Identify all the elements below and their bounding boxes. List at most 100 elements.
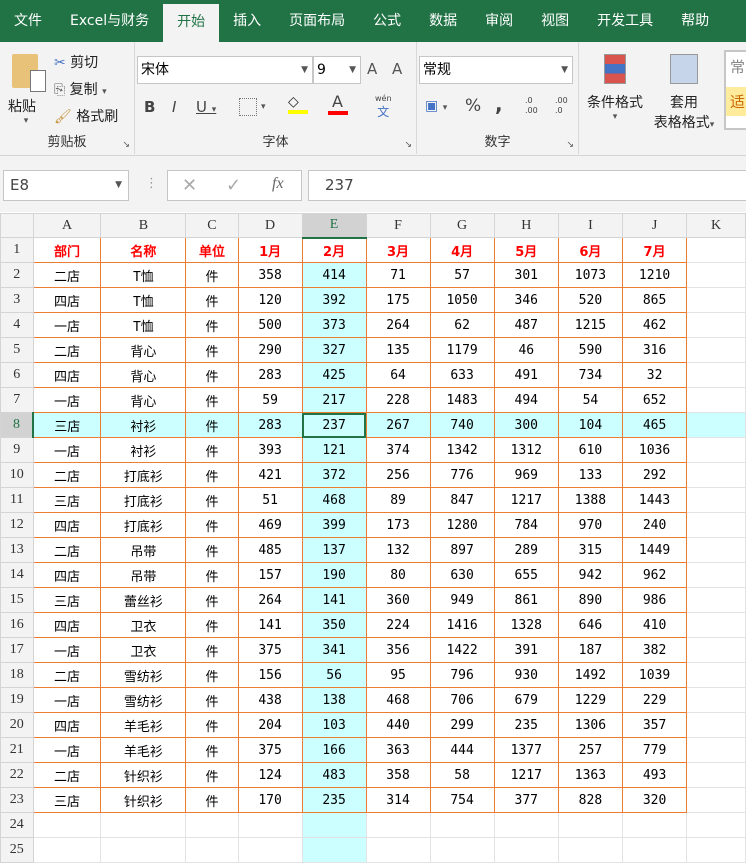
border-icon[interactable] xyxy=(239,98,257,116)
cell-J18[interactable]: 1039 xyxy=(621,662,688,688)
cell-J10[interactable]: 292 xyxy=(621,462,688,488)
cell-I18[interactable]: 1492 xyxy=(557,662,624,688)
cell-A23[interactable]: 三店 xyxy=(32,787,102,813)
column-header-H[interactable]: H xyxy=(493,213,559,238)
cell-A17[interactable]: 一店 xyxy=(32,637,102,663)
cell-C19[interactable]: 件 xyxy=(185,687,239,713)
row-header-2[interactable]: 2 xyxy=(0,262,34,288)
cell-K2[interactable] xyxy=(686,262,746,288)
increase-decimal-button[interactable]: .0 .00 xyxy=(525,96,538,116)
cell-B13[interactable]: 吊带 xyxy=(100,537,187,563)
column-header-D[interactable]: D xyxy=(237,213,303,238)
cell-B14[interactable]: 吊带 xyxy=(100,562,187,588)
cell-styles-gallery[interactable]: 常 适 xyxy=(724,50,746,130)
column-header-I[interactable]: I xyxy=(557,213,624,238)
row-header-6[interactable]: 6 xyxy=(0,362,34,388)
cell-E16[interactable]: 350 xyxy=(301,612,367,638)
tab-8[interactable]: 视图 xyxy=(527,0,583,42)
cell-E11[interactable]: 468 xyxy=(301,487,367,513)
cell-D7[interactable]: 59 xyxy=(237,387,303,413)
cell-I6[interactable]: 734 xyxy=(557,362,624,388)
cell-K1[interactable] xyxy=(686,237,746,263)
cell-B8[interactable]: 衬衫 xyxy=(100,412,187,438)
cell-D12[interactable]: 469 xyxy=(237,512,303,538)
cell-C16[interactable]: 件 xyxy=(185,612,239,638)
cell-E5[interactable]: 327 xyxy=(301,337,367,363)
row-header-17[interactable]: 17 xyxy=(0,637,34,663)
cell-E2[interactable]: 414 xyxy=(301,262,367,288)
cell-A24[interactable] xyxy=(32,812,102,838)
cell-E6[interactable]: 425 xyxy=(301,362,367,388)
cell-I23[interactable]: 828 xyxy=(557,787,624,813)
cell-F23[interactable]: 314 xyxy=(365,787,431,813)
tab-6[interactable]: 数据 xyxy=(415,0,471,42)
cell-E3[interactable]: 392 xyxy=(301,287,367,313)
cell-D9[interactable]: 393 xyxy=(237,437,303,463)
cell-I7[interactable]: 54 xyxy=(557,387,624,413)
row-header-23[interactable]: 23 xyxy=(0,787,34,813)
cell-A7[interactable]: 一店 xyxy=(32,387,102,413)
cell-F20[interactable]: 440 xyxy=(365,712,431,738)
column-header-G[interactable]: G xyxy=(429,213,495,238)
cell-C18[interactable]: 件 xyxy=(185,662,239,688)
cell-C6[interactable]: 件 xyxy=(185,362,239,388)
cell-A20[interactable]: 四店 xyxy=(32,712,102,738)
cell-A15[interactable]: 三店 xyxy=(32,587,102,613)
cell-I14[interactable]: 942 xyxy=(557,562,624,588)
tab-5[interactable]: 公式 xyxy=(359,0,415,42)
cell-I22[interactable]: 1363 xyxy=(557,762,624,788)
cell-K25[interactable] xyxy=(686,837,746,863)
cell-C3[interactable]: 件 xyxy=(185,287,239,313)
cell-G12[interactable]: 1280 xyxy=(429,512,495,538)
cell-G6[interactable]: 633 xyxy=(429,362,495,388)
cell-J2[interactable]: 1210 xyxy=(621,262,688,288)
cell-C24[interactable] xyxy=(185,812,239,838)
cell-E19[interactable]: 138 xyxy=(301,687,367,713)
row-header-1[interactable]: 1 xyxy=(0,237,34,263)
row-header-16[interactable]: 16 xyxy=(0,612,34,638)
cell-D22[interactable]: 124 xyxy=(237,762,303,788)
cell-C4[interactable]: 件 xyxy=(185,312,239,338)
cell-K7[interactable] xyxy=(686,387,746,413)
cell-B17[interactable]: 卫衣 xyxy=(100,637,187,663)
font-size-select[interactable]: 9 ▼ xyxy=(313,56,361,84)
column-header-A[interactable]: A xyxy=(32,213,102,238)
shrink-font-button[interactable]: A xyxy=(392,60,402,78)
cell-D16[interactable]: 141 xyxy=(237,612,303,638)
font-color-button[interactable]: A xyxy=(328,92,348,115)
cell-I12[interactable]: 970 xyxy=(557,512,624,538)
cell-C13[interactable]: 件 xyxy=(185,537,239,563)
cell-I3[interactable]: 520 xyxy=(557,287,624,313)
cell-A16[interactable]: 四店 xyxy=(32,612,102,638)
cell-H9[interactable]: 1312 xyxy=(493,437,559,463)
cell-C5[interactable]: 件 xyxy=(185,337,239,363)
cell-E7[interactable]: 217 xyxy=(301,387,367,413)
cell-F1[interactable]: 3月 xyxy=(365,237,431,263)
cell-B18[interactable]: 雪纺衫 xyxy=(100,662,187,688)
cell-F24[interactable] xyxy=(365,812,431,838)
cell-H20[interactable]: 235 xyxy=(493,712,559,738)
cut-button[interactable]: ✂ 剪切 xyxy=(54,52,98,72)
cell-I17[interactable]: 187 xyxy=(557,637,624,663)
format-as-table-button[interactable]: 套用 表格格式▾ xyxy=(648,54,720,132)
cell-A14[interactable]: 四店 xyxy=(32,562,102,588)
cell-J22[interactable]: 493 xyxy=(621,762,688,788)
cell-K22[interactable] xyxy=(686,762,746,788)
cell-G16[interactable]: 1416 xyxy=(429,612,495,638)
row-header-18[interactable]: 18 xyxy=(0,662,34,688)
cell-F2[interactable]: 71 xyxy=(365,262,431,288)
cell-K15[interactable] xyxy=(686,587,746,613)
row-header-22[interactable]: 22 xyxy=(0,762,34,788)
italic-button[interactable]: I xyxy=(172,98,176,116)
cell-C15[interactable]: 件 xyxy=(185,587,239,613)
cell-H13[interactable]: 289 xyxy=(493,537,559,563)
cell-D1[interactable]: 1月 xyxy=(237,237,303,263)
cell-F4[interactable]: 264 xyxy=(365,312,431,338)
cell-J19[interactable]: 229 xyxy=(621,687,688,713)
cell-A10[interactable]: 二店 xyxy=(32,462,102,488)
paste-button[interactable]: 粘贴 ▾ xyxy=(8,50,46,140)
cell-C22[interactable]: 件 xyxy=(185,762,239,788)
number-format-select[interactable]: 常规 ▼ xyxy=(419,56,573,84)
tab-2[interactable]: 开始 xyxy=(163,4,220,42)
cell-E23[interactable]: 235 xyxy=(301,787,367,813)
